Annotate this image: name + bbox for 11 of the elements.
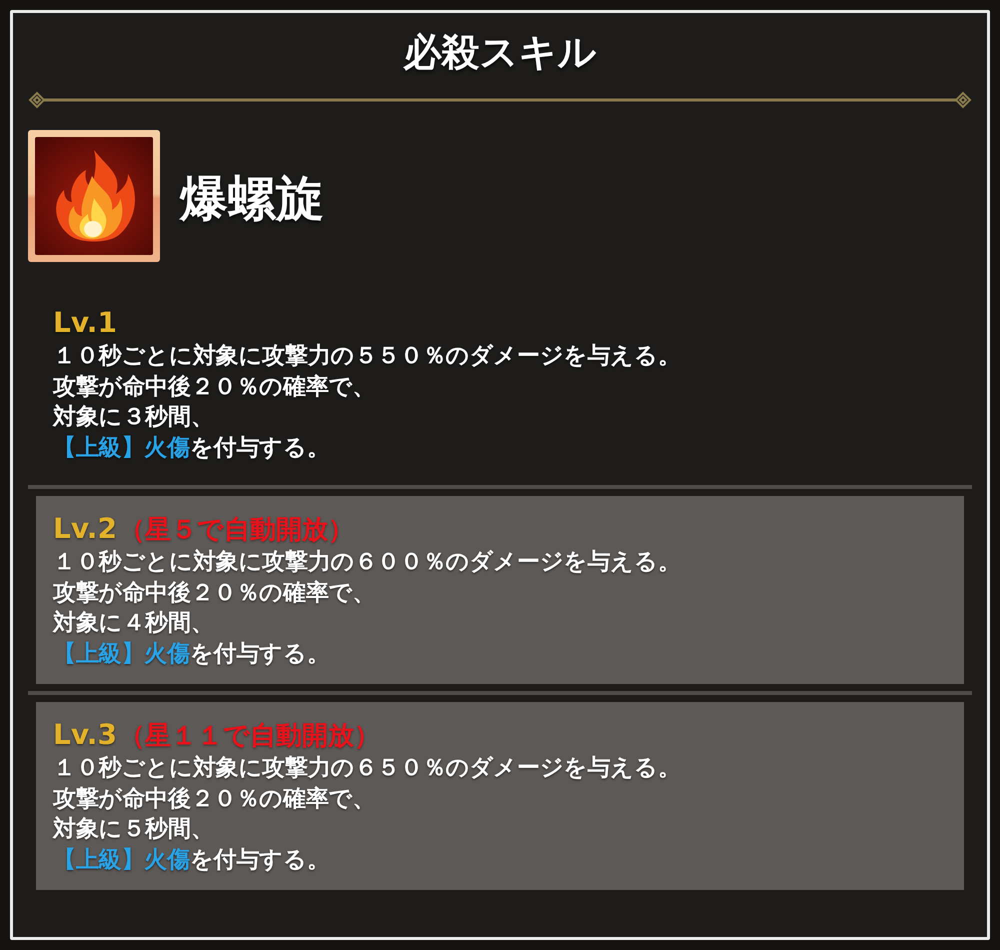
skill-name: 爆螺旋 (180, 171, 324, 227)
skill-description: １０秒ごとに対象に攻撃力の６５０％のダメージを与える。 攻撃が命中後２０％の確率で、 対象に５秒間、 【上級】火傷を付与する。 (53, 754, 681, 874)
panel-title: 必殺スキル (404, 29, 596, 75)
unlock-condition: （星１１で自動開放） (118, 720, 380, 753)
skill-description: １０秒ごとに対象に攻撃力の６００％のダメージを与える。 攻撃が命中後２０％の確率で、 対象に４秒間、 【上級】火傷を付与する。 (53, 548, 681, 668)
level-label: Lv.1 (53, 305, 117, 341)
skill-description: １０秒ごとに対象に攻撃力の５５０％のダメージを与える。 攻撃が命中後２０％の確率で、 対象に３秒間、 【上級】火傷を付与する。 (53, 342, 681, 462)
level-label: Lv.2 (53, 511, 117, 547)
flame-icon (28, 130, 160, 262)
level-label: Lv.3 (53, 717, 117, 753)
unlock-condition: （星５で自動開放） (118, 514, 354, 547)
